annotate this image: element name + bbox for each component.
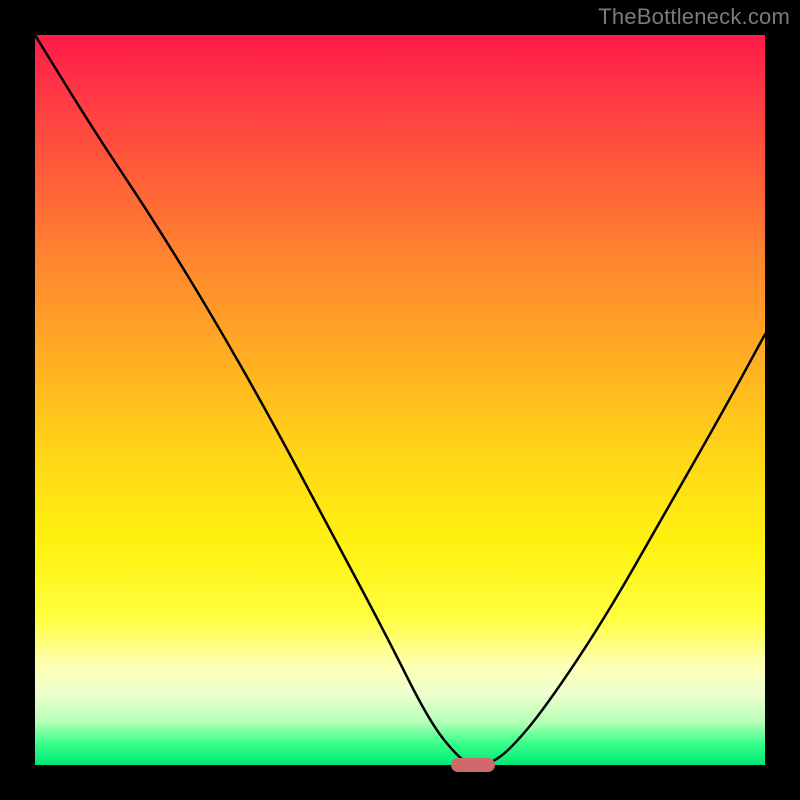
bottleneck-curve bbox=[35, 35, 765, 765]
minimum-marker bbox=[451, 758, 495, 772]
watermark-text: TheBottleneck.com bbox=[598, 4, 790, 30]
chart-frame: TheBottleneck.com bbox=[0, 0, 800, 800]
plot-area bbox=[35, 35, 765, 765]
